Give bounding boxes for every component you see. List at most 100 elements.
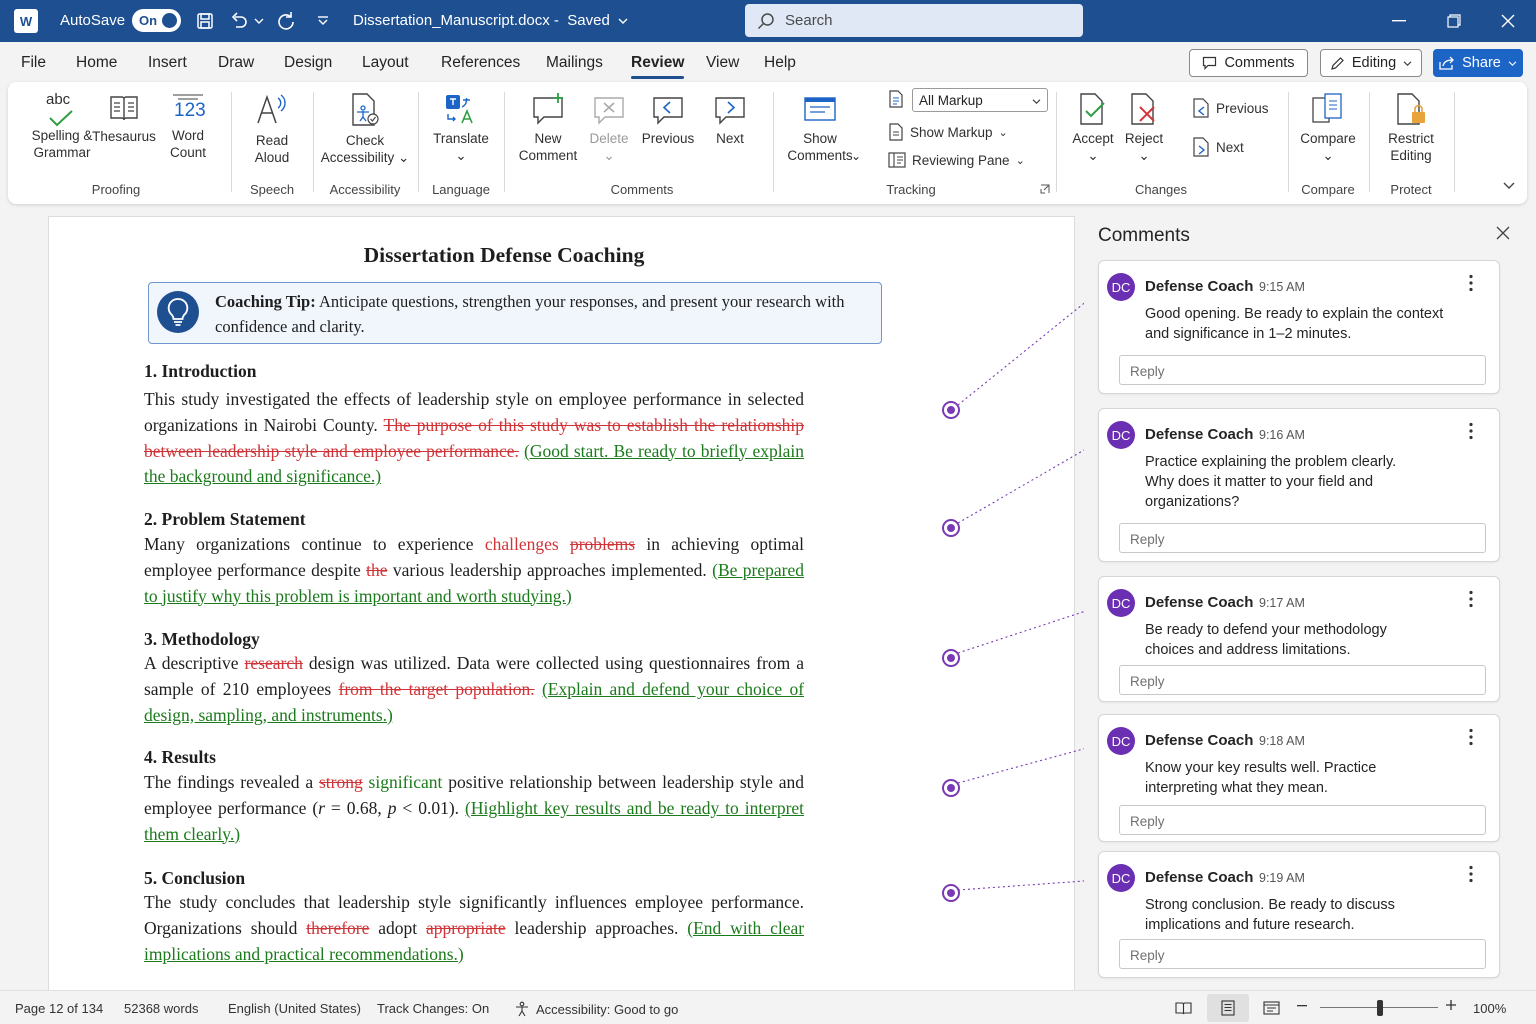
comment-card[interactable]: DC Defense Coach 9:15 AM Good opening. B… <box>1098 260 1500 394</box>
redo-icon[interactable] <box>275 10 297 32</box>
reject-button[interactable]: Reject ⌄ <box>1120 92 1168 164</box>
section-paragraph-methodology[interactable]: A descriptive research design was utiliz… <box>144 651 804 728</box>
show-comments-button[interactable]: Show Comments <box>778 92 862 164</box>
tracking-dialog-launcher-icon[interactable] <box>1040 184 1050 194</box>
chevron-down-icon <box>618 18 628 24</box>
check-accessibility-button[interactable]: Check Accessibility ⌄ <box>320 92 410 166</box>
restrict-editing-button[interactable]: Restrict Editing <box>1376 92 1446 164</box>
language-indicator[interactable]: English (United States) <box>228 1001 361 1016</box>
zoom-level[interactable]: 100% <box>1473 1001 1506 1016</box>
tracked-deletion[interactable]: research <box>245 653 303 673</box>
document-title-heading: Dissertation Defense Coaching <box>363 243 645 267</box>
tracked-deletion[interactable]: therefore <box>306 918 369 938</box>
minimize-icon[interactable] <box>1388 10 1410 32</box>
menu-home[interactable]: Home <box>76 54 117 72</box>
menu-mailings[interactable]: Mailings <box>546 54 603 72</box>
collapse-ribbon-icon[interactable] <box>1503 182 1515 190</box>
document-page[interactable]: Dissertation Defense Coaching Coaching T… <box>48 216 1075 990</box>
search-box[interactable]: Search <box>745 4 1083 37</box>
print-layout-icon[interactable] <box>1207 994 1249 1022</box>
menu-design[interactable]: Design <box>284 54 332 72</box>
section-paragraph-introduction[interactable]: This study investigated the effects of l… <box>144 387 804 490</box>
autosave-toggle[interactable]: On <box>132 9 181 32</box>
markup-select[interactable]: All Markup <box>912 88 1048 112</box>
close-icon[interactable] <box>1497 10 1519 32</box>
translate-button[interactable]: Translate ⌄ <box>426 92 496 164</box>
customize-toolbar-icon[interactable] <box>312 10 334 32</box>
undo-icon[interactable] <box>228 10 250 32</box>
more-options-icon[interactable] <box>1469 422 1473 440</box>
more-options-icon[interactable] <box>1469 590 1473 608</box>
tracked-insertion-word[interactable]: challenges <box>485 534 559 554</box>
tracked-insertion-word[interactable]: significant <box>369 772 443 792</box>
zoom-in-icon[interactable] <box>1446 1000 1456 1010</box>
more-options-icon[interactable] <box>1469 865 1473 883</box>
share-button[interactable]: Share <box>1433 49 1523 77</box>
comment-anchor-icon[interactable] <box>942 884 960 902</box>
section-paragraph-conclusion[interactable]: The study concludes that leadership styl… <box>144 890 804 967</box>
more-options-icon[interactable] <box>1469 274 1473 292</box>
comment-card[interactable]: DC Defense Coach 9:17 AM Be ready to def… <box>1098 576 1500 702</box>
reply-input[interactable]: Reply <box>1119 665 1486 695</box>
delete-comment-icon <box>594 97 624 125</box>
word-count-button[interactable]: 123 Word Count <box>160 92 216 161</box>
menu-layout[interactable]: Layout <box>362 54 409 72</box>
reply-input[interactable]: Reply <box>1119 523 1486 553</box>
save-icon[interactable] <box>194 10 216 32</box>
undo-dropdown-chevron-icon[interactable] <box>252 10 266 32</box>
reply-input[interactable]: Reply <box>1119 355 1486 385</box>
accept-button[interactable]: Accept ⌄ <box>1066 92 1120 164</box>
comment-anchor-icon[interactable] <box>942 519 960 537</box>
menu-help[interactable]: Help <box>764 54 796 72</box>
search-icon <box>757 12 774 29</box>
restore-icon[interactable] <box>1443 10 1465 32</box>
read-aloud-button[interactable]: Read Aloud <box>242 92 302 166</box>
tracked-deletion[interactable]: problems <box>570 534 635 554</box>
comment-anchor-icon[interactable] <box>942 401 960 419</box>
menu-view[interactable]: View <box>706 54 739 72</box>
section-paragraph-problem-statement[interactable]: Many organizations continue to experienc… <box>144 532 804 609</box>
tracked-deletion[interactable]: appropriate <box>426 918 506 938</box>
menu-insert[interactable]: Insert <box>148 54 187 72</box>
reply-input[interactable]: Reply <box>1119 939 1486 969</box>
menu-review[interactable]: Review <box>631 54 685 79</box>
section-paragraph-results[interactable]: The findings revealed a strong significa… <box>144 770 804 847</box>
menu-references[interactable]: References <box>441 54 520 72</box>
delete-comment-button[interactable]: Delete ⌄ <box>584 92 634 164</box>
editing-mode-button[interactable]: Editing <box>1320 49 1422 77</box>
new-comment-button[interactable]: New Comment <box>514 92 582 164</box>
previous-change-button[interactable]: Previous <box>1192 98 1269 118</box>
read-mode-icon[interactable] <box>1175 1001 1192 1015</box>
zoom-out-icon[interactable] <box>1297 1005 1307 1007</box>
comment-anchor-icon[interactable] <box>942 779 960 797</box>
word-count-indicator[interactable]: 52368 words <box>124 1001 198 1016</box>
comment-card[interactable]: DC Defense Coach 9:18 AM Know your key r… <box>1098 714 1500 842</box>
reply-input[interactable]: Reply <box>1119 805 1486 835</box>
close-pane-icon[interactable] <box>1496 226 1510 240</box>
search-placeholder: Search <box>785 12 833 29</box>
zoom-slider-thumb[interactable] <box>1377 1000 1383 1016</box>
reviewing-pane-button[interactable]: Reviewing Pane ⌄ <box>888 152 1025 168</box>
document-title[interactable]: Dissertation_Manuscript.docx - Saved <box>353 12 628 29</box>
menu-draw[interactable]: Draw <box>218 54 254 72</box>
track-changes-indicator[interactable]: Track Changes: On <box>377 1001 489 1016</box>
next-change-button[interactable]: Next <box>1192 137 1244 157</box>
page-indicator[interactable]: Page 12 of 134 <box>15 1001 103 1016</box>
comment-card[interactable]: DC Defense Coach 9:16 AM Practice explai… <box>1098 408 1500 562</box>
accessibility-indicator[interactable]: Accessibility: Good to go <box>514 1001 678 1017</box>
more-options-icon[interactable] <box>1469 728 1473 746</box>
tracked-deletion[interactable]: from the target population. <box>339 679 535 699</box>
thesaurus-button[interactable]: Thesaurus <box>92 92 156 146</box>
next-comment-button[interactable]: Next <box>708 92 752 148</box>
comment-anchor-icon[interactable] <box>942 649 960 667</box>
tracked-deletion[interactable]: the <box>366 560 387 580</box>
previous-comment-button[interactable]: Previous <box>640 92 696 148</box>
comment-card[interactable]: DC Defense Coach 9:19 AM Strong conclusi… <box>1098 851 1500 978</box>
compare-button[interactable]: Compare ⌄ <box>1294 92 1362 164</box>
show-markup-button[interactable]: Show Markup ⌄ <box>888 123 1008 141</box>
menu-file[interactable]: File <box>21 54 46 72</box>
tracked-deletion[interactable]: strong <box>319 772 363 792</box>
web-layout-icon[interactable] <box>1263 1001 1280 1016</box>
ribbon-divider <box>1454 92 1455 192</box>
comments-button[interactable]: Comments <box>1189 49 1308 77</box>
